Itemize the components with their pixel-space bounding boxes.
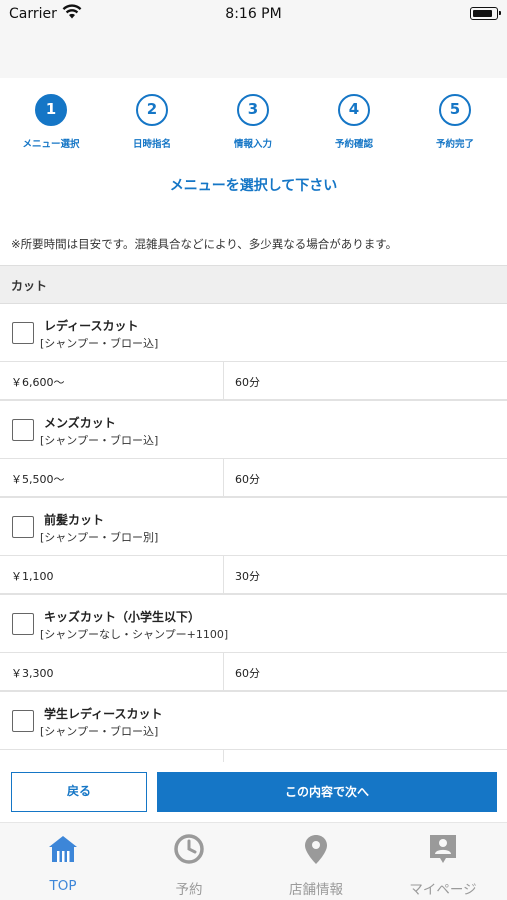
category-title: カット [11,279,48,293]
step-number: 5 [439,94,471,126]
menu-checkbox[interactable] [12,613,34,635]
cell-divider [223,556,224,593]
menu-name: 前髪カット [44,513,105,527]
menu-description: [シャンプー・ブロー込] [40,337,159,350]
step-label: 情報入力 [233,139,272,150]
step-label: 予約確認 [334,139,373,150]
step-number: 2 [136,94,168,126]
back-button[interactable]: 戻る [11,772,147,812]
menu-duration: 60分 [235,667,260,680]
step-number: 1 [35,94,67,126]
tab-label: TOP [49,878,77,894]
progress-steps: 1 メニュー選択 2 日時指名 3 情報入力 4 予約確認 5 予約完了 [0,94,507,156]
status-bar: Carrier 8:16 PM [0,0,507,30]
tab-reservation[interactable]: 予約 [126,823,252,900]
menu-duration: 30分 [235,570,260,583]
tab-store-info[interactable]: 店舗情報 [253,823,379,900]
menu-checkbox[interactable] [12,419,34,441]
menu-item[interactable]: 学生レディースカット [シャンプー・ブロー込] [0,692,507,762]
tab-label: 店舗情報 [289,882,343,898]
tab-top[interactable]: TOP [0,823,126,900]
step-label: メニュー選択 [22,139,80,150]
step-number: 3 [237,94,269,126]
map-pin-icon [305,835,327,864]
step-4: 4 予約確認 [304,94,404,150]
action-bar: 戻る この内容で次へ [0,762,507,822]
next-button[interactable]: この内容で次へ [157,772,497,812]
menu-checkbox[interactable] [12,322,34,344]
tab-bar: TOP 予約 店舗情報 マイページ [0,822,507,900]
menu-item[interactable]: キッズカット（小学生以下） [シャンプーなし・シャンプー+1100] ￥3,30… [0,595,507,692]
step-label: 予約完了 [435,139,474,150]
duration-note: ※所要時間は目安です。混雑具合などにより、多少異なる場合があります。 [11,237,398,251]
page-instruction: メニューを選択して下さい [169,178,338,194]
menu-name: 学生レディースカット [44,707,163,721]
step-2: 2 日時指名 [102,94,202,150]
menu-description: [シャンプー・ブロー別] [40,531,159,544]
step-number: 4 [338,94,370,126]
nav-header [0,30,507,78]
menu-item[interactable]: メンズカット [シャンプー・ブロー込] ￥5,500〜 60分 [0,401,507,498]
cell-divider [223,750,224,762]
clock-icon [174,834,204,864]
step-3: 3 情報入力 [203,94,303,150]
menu-duration: 60分 [235,473,260,486]
menu-price: ￥1,100 [11,570,54,583]
cell-divider [223,653,224,690]
step-label: 日時指名 [132,139,171,150]
status-time: 8:16 PM [225,6,282,22]
menu-item[interactable]: レディースカット [シャンプー・ブロー込] ￥6,600〜 60分 [0,304,507,401]
menu-name: キッズカット（小学生以下） [44,610,201,624]
menu-name: レディースカット [44,319,139,333]
menu-item[interactable]: 前髪カット [シャンプー・ブロー別] ￥1,100 30分 [0,498,507,595]
menu-price: ￥5,500〜 [11,473,65,486]
home-icon [49,836,77,862]
menu-description: [シャンプーなし・シャンプー+1100] [40,628,229,641]
cell-divider [223,459,224,496]
menu-checkbox[interactable] [12,516,34,538]
tab-mypage[interactable]: マイページ [380,823,506,900]
cell-divider [223,362,224,399]
menu-name: メンズカット [44,416,116,430]
menu-list[interactable]: レディースカット [シャンプー・ブロー込] ￥6,600〜 60分 メンズカット… [0,304,507,762]
menu-checkbox[interactable] [12,710,34,732]
user-badge-icon [430,835,456,863]
category-header: カット [0,265,507,304]
step-5: 5 予約完了 [405,94,505,150]
menu-price: ￥6,600〜 [11,376,65,389]
menu-description: [シャンプー・ブロー込] [40,725,159,738]
tab-label: 予約 [175,882,203,898]
step-1: 1 メニュー選択 [1,94,101,150]
menu-price: ￥3,300 [11,667,54,680]
menu-duration: 60分 [235,376,260,389]
battery-icon [470,7,501,20]
menu-description: [シャンプー・ブロー込] [40,434,159,447]
tab-label: マイページ [409,882,477,898]
